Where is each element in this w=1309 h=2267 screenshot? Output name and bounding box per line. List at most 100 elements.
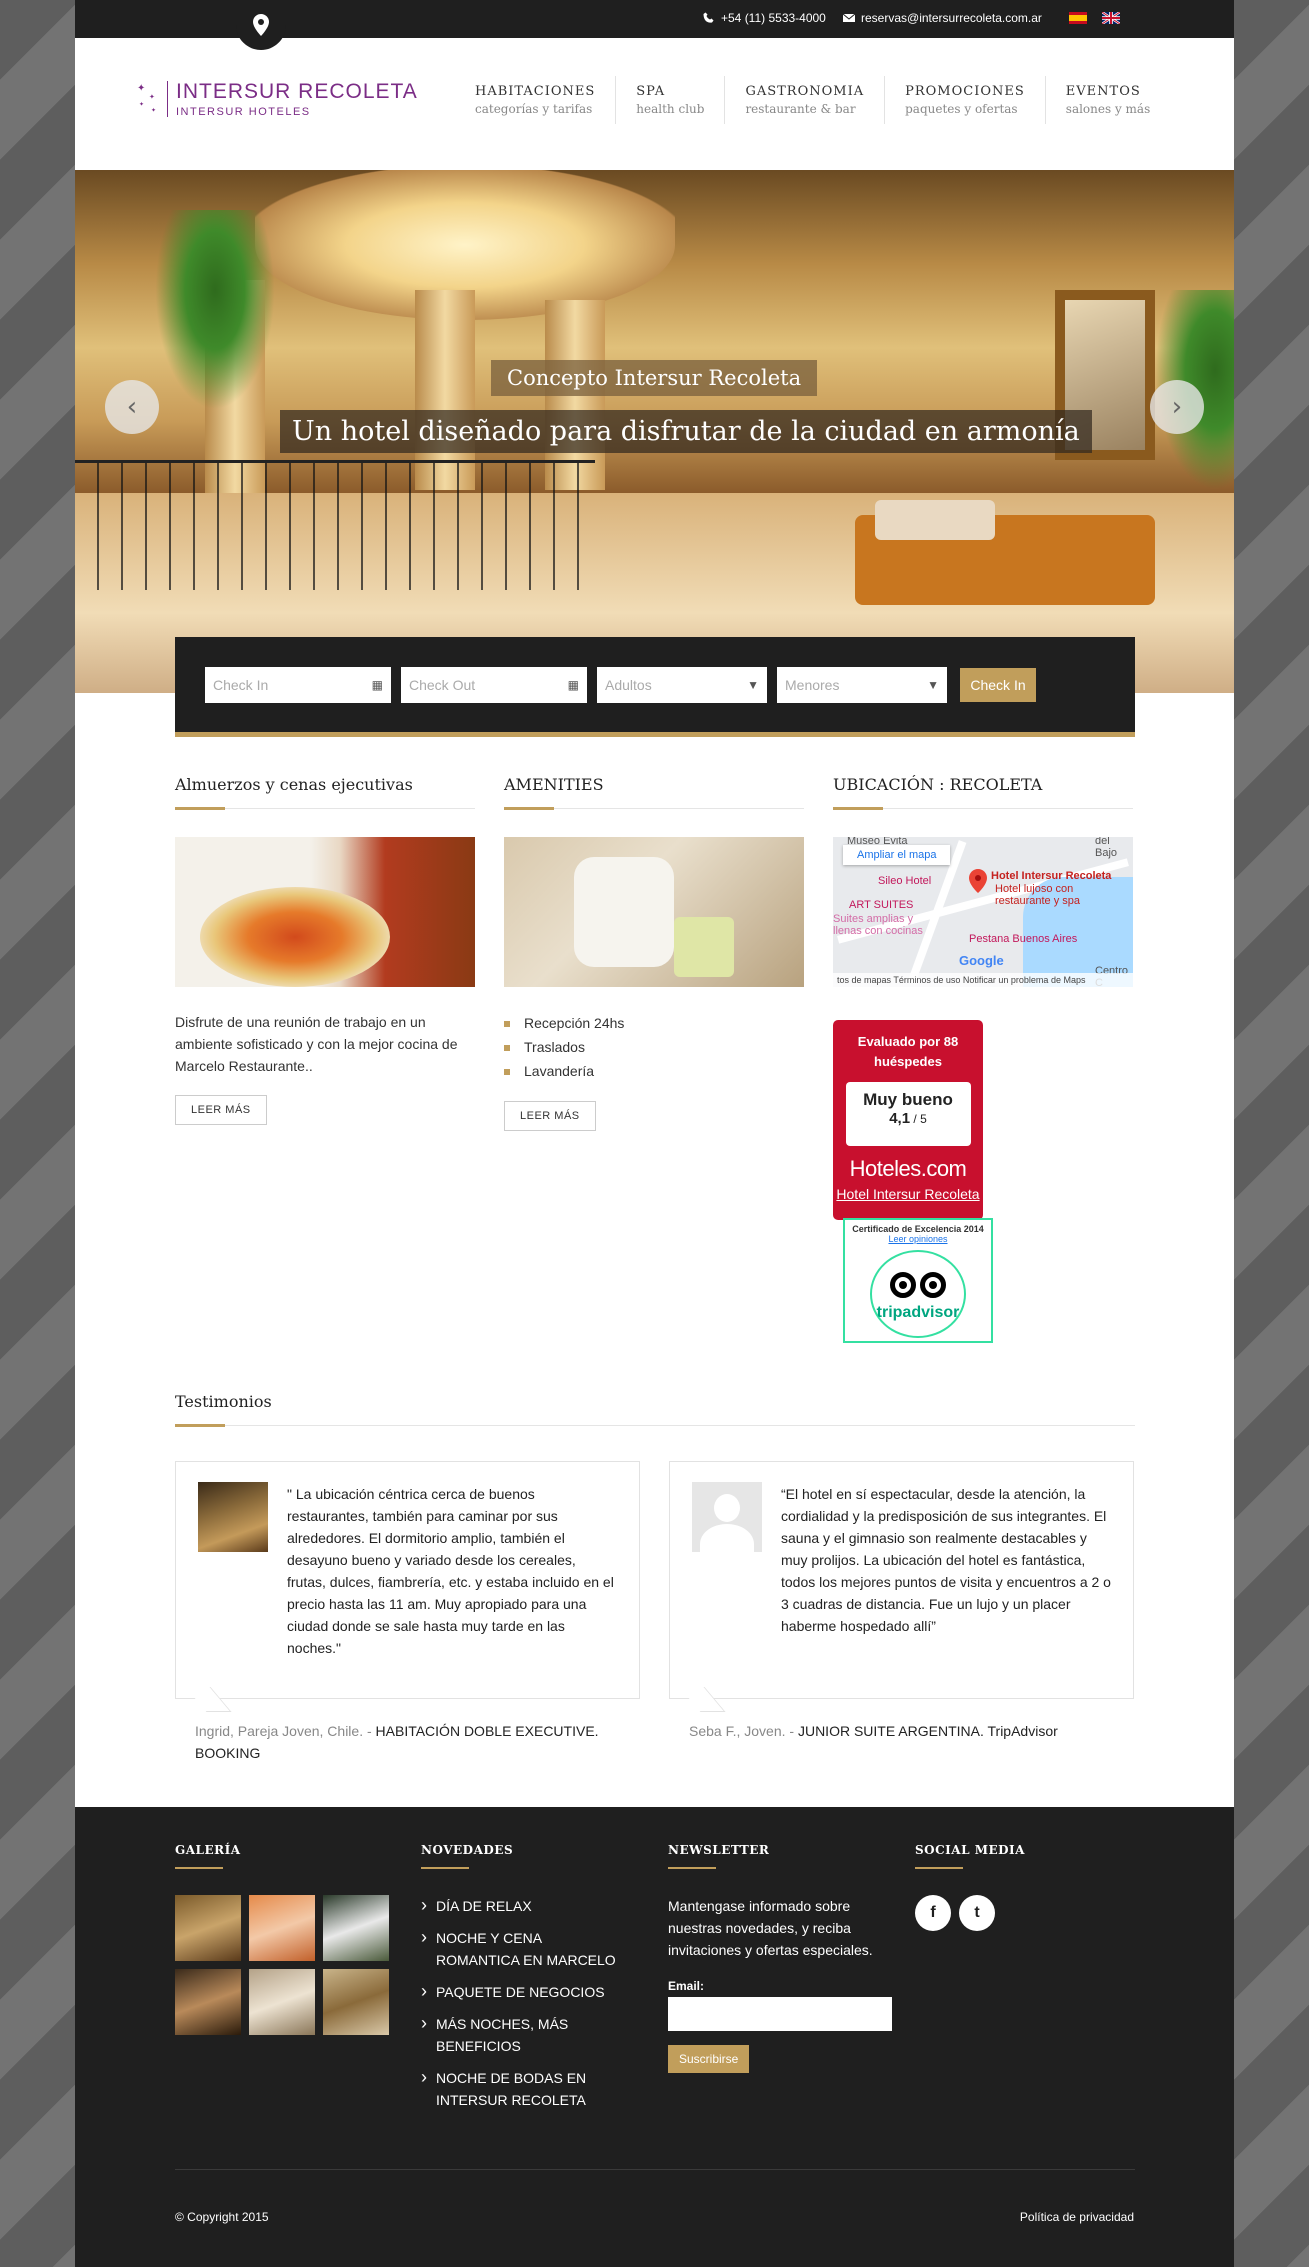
amenities-section: AMENITIES Recepción 24hs Traslados Lavan… <box>504 775 804 1131</box>
footer-social: SOCIAL MEDIA f t <box>915 1843 1025 1931</box>
slider-prev-button[interactable]: ‹ <box>105 380 159 434</box>
testimonial-quote: “El hotel en sí espectacular, desde la a… <box>781 1486 1111 1634</box>
amenity-item: Lavandería <box>504 1059 804 1083</box>
gallery-grid <box>175 1895 389 2035</box>
google-logo: Google <box>959 953 1004 968</box>
amenities-list: Recepción 24hs Traslados Lavandería <box>504 1011 804 1083</box>
testimonial-author: Seba F., Joven. - JUNIOR SUITE ARGENTINA… <box>689 1720 1154 1742</box>
amenities-read-more-button[interactable]: LEER MÁS <box>504 1101 596 1131</box>
tripadvisor-read-link[interactable]: Leer opiniones <box>845 1234 991 1244</box>
toiletries <box>674 917 734 977</box>
minors-placeholder: Menores <box>785 677 840 693</box>
site-logo[interactable]: ✦ ✦ ✦ ✦ INTERSUR RECOLETA INTERSUR HOTEL… <box>135 80 418 118</box>
location-map[interactable]: Museo Evita del Bajo Ampliar el mapa Sil… <box>833 837 1133 987</box>
twitter-icon[interactable]: t <box>959 1895 995 1931</box>
gallery-title: GALERÍA <box>175 1843 389 1869</box>
phone-contact[interactable]: +54 (11) 5533-4000 <box>703 11 826 25</box>
nav-gastronomia[interactable]: GASTRONOMIA restaurante & bar <box>724 76 884 124</box>
calendar-icon: ▦ <box>371 678 383 692</box>
minors-select[interactable]: Menores ▼ <box>777 667 947 703</box>
testimonial-stay: JUNIOR SUITE ARGENTINA. TripAdvisor <box>797 1723 1058 1739</box>
lunch-section: Almuerzos y cenas ejecutivas Disfrute de… <box>175 775 475 1125</box>
map-hotel-label: Hotel Intersur Recoleta <box>991 870 1112 882</box>
news-item[interactable]: MÁS NOCHES, MÁS BENEFICIOS <box>421 2012 621 2057</box>
testimonial-photo <box>198 1482 268 1552</box>
news-item[interactable]: PAQUETE DE NEGOCIOS <box>421 1980 621 2003</box>
footer-divider <box>175 2169 1135 2170</box>
news-list: DÍA DE RELAX NOCHE Y CENA ROMANTICA EN M… <box>421 1894 621 2111</box>
gallery-thumb[interactable] <box>175 1895 241 1961</box>
gallery-thumb[interactable] <box>323 1895 389 1961</box>
nav-title: SPA <box>636 84 666 99</box>
newsletter-email-input[interactable] <box>668 1997 892 2031</box>
gallery-thumb[interactable] <box>323 1969 389 2035</box>
email-contact[interactable]: reservas@intersurrecoleta.com.ar <box>843 11 1042 25</box>
map-label: ART SUITES <box>849 899 914 911</box>
map-pin-icon[interactable] <box>969 869 987 893</box>
nav-spa[interactable]: SPA health club <box>615 76 724 124</box>
news-title: NOVEDADES <box>421 1843 621 1869</box>
testimonial-author-name: Ingrid, Pareja Joven, Chile. - <box>195 1723 376 1739</box>
newsletter-text: Mantengase informado sobre nuestras nove… <box>668 1898 873 1958</box>
news-item[interactable]: DÍA DE RELAX <box>421 1894 621 1917</box>
map-label: Sileo Hotel <box>878 875 932 887</box>
caret-down-icon: ▼ <box>927 678 939 692</box>
news-item[interactable]: NOCHE Y CENA ROMANTICA EN MARCELO <box>421 1926 621 1971</box>
testimonial-card: " La ubicación céntrica cerca de buenos … <box>175 1461 640 1699</box>
english-flag-icon[interactable] <box>1102 12 1120 24</box>
newsletter-title: NEWSLETTER <box>668 1843 898 1869</box>
nav-promociones[interactable]: PROMOCIONES paquetes y ofertas <box>884 76 1045 124</box>
hoteles-hotel-link[interactable]: Hotel Intersur Recoleta <box>833 1186 983 1202</box>
lunch-read-more-button[interactable]: LEER MÁS <box>175 1095 267 1125</box>
location-pin-icon[interactable] <box>236 0 286 50</box>
tripadvisor-badge[interactable]: Certificado de Excelencia 2014 Leer opin… <box>843 1218 993 1343</box>
nav-subtitle: health club <box>636 102 705 116</box>
checkin-field[interactable]: Check In ▦ <box>205 667 391 703</box>
footer-gallery: GALERÍA <box>175 1843 389 2035</box>
phone-icon <box>703 12 714 23</box>
location-title: UBICACIÓN : RECOLETA <box>833 775 1133 810</box>
social-title: SOCIAL MEDIA <box>915 1843 1025 1869</box>
testimonials-title: Testimonios <box>175 1392 1135 1427</box>
hero-railing <box>75 460 595 590</box>
map-hotel-desc: Hotel lujoso con restaurante y spa <box>995 883 1080 907</box>
nav-title: HABITACIONES <box>475 84 596 99</box>
lunch-image[interactable] <box>175 837 475 987</box>
gallery-thumb[interactable] <box>249 1969 315 2035</box>
nav-habitaciones[interactable]: HABITACIONES categorías y tarifas <box>455 76 615 124</box>
hoteles-rating-box: Muy bueno 4,1 / 5 <box>845 1082 971 1146</box>
news-item[interactable]: NOCHE DE BODAS EN INTERSUR RECOLETA <box>421 2066 621 2111</box>
logo-subtitle: INTERSUR HOTELES <box>176 106 311 118</box>
hoteles-rating-text: Muy bueno <box>863 1090 953 1109</box>
lunch-title: Almuerzos y cenas ejecutivas <box>175 775 475 810</box>
gallery-thumb[interactable] <box>249 1895 315 1961</box>
spanish-flag-icon[interactable] <box>1069 12 1087 24</box>
slider-next-button[interactable]: › <box>1150 380 1204 434</box>
background-pattern-right <box>1234 0 1309 2267</box>
check-in-button[interactable]: Check In <box>960 668 1036 702</box>
subscribe-button[interactable]: Suscribirse <box>668 2045 750 2073</box>
checkout-placeholder: Check Out <box>409 677 476 693</box>
testimonial-author: Ingrid, Pareja Joven, Chile. - HABITACIÓ… <box>195 1720 660 1764</box>
footer-newsletter: NEWSLETTER Mantengase informado sobre nu… <box>668 1843 898 2073</box>
checkout-field[interactable]: Check Out ▦ <box>401 667 587 703</box>
amenity-item: Recepción 24hs <box>504 1011 804 1035</box>
tripadvisor-brand: tripadvisor <box>876 1304 960 1321</box>
chevron-left-icon: ‹ <box>126 392 138 422</box>
amenities-image[interactable] <box>504 837 804 987</box>
facebook-icon[interactable]: f <box>915 1895 951 1931</box>
main-navigation: HABITACIONES categorías y tarifas SPA heal… <box>455 76 1170 124</box>
testimonial-quote: " La ubicación céntrica cerca de buenos … <box>287 1486 614 1656</box>
hoteles-scale: / 5 <box>910 1112 927 1126</box>
chevron-right-icon: › <box>1171 392 1183 422</box>
nav-eventos[interactable]: EVENTOS salones y más <box>1044 76 1170 124</box>
hoteles-reviews-count: Evaluado por 88 huéspedes <box>857 1034 959 1069</box>
social-icons: f t <box>915 1895 1025 1931</box>
location-section: UBICACIÓN : RECOLETA Museo Evita del Baj… <box>833 775 1133 1343</box>
adults-placeholder: Adultos <box>605 677 652 693</box>
enlarge-map-link[interactable]: Ampliar el mapa <box>843 845 951 865</box>
privacy-policy-link[interactable]: Política de privacidad <box>1020 2210 1134 2224</box>
hoteles-rating-badge[interactable]: Evaluado por 88 huéspedes Muy bueno 4,1 … <box>833 1020 983 1220</box>
gallery-thumb[interactable] <box>175 1969 241 2035</box>
adults-select[interactable]: Adultos ▼ <box>597 667 767 703</box>
